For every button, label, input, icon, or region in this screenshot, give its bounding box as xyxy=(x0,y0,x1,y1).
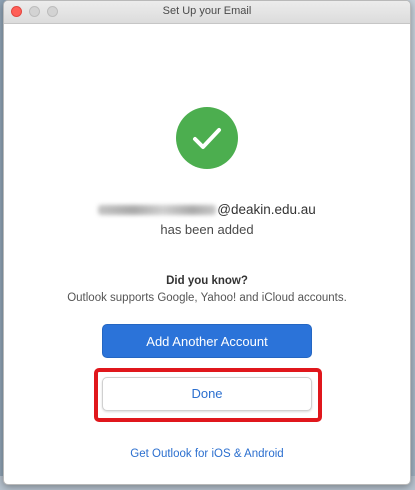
email-domain: @deakin.edu.au xyxy=(217,202,316,217)
account-added-message: has been added xyxy=(160,222,254,237)
tip-heading: Did you know? xyxy=(166,275,248,287)
done-button[interactable]: Done xyxy=(102,377,312,411)
tip-body: Outlook supports Google, Yahoo! and iClo… xyxy=(67,292,347,304)
title-bar: Set Up your Email xyxy=(4,1,410,24)
checkmark-icon xyxy=(176,107,238,169)
setup-email-window: Set Up your Email @deakin.edu.au has bee… xyxy=(3,0,411,485)
add-another-account-button[interactable]: Add Another Account xyxy=(102,324,312,358)
redacted-username xyxy=(98,205,217,216)
get-outlook-mobile-link[interactable]: Get Outlook for iOS & Android xyxy=(4,448,410,460)
account-email: @deakin.edu.au xyxy=(4,202,410,217)
window-title: Set Up your Email xyxy=(162,5,252,17)
